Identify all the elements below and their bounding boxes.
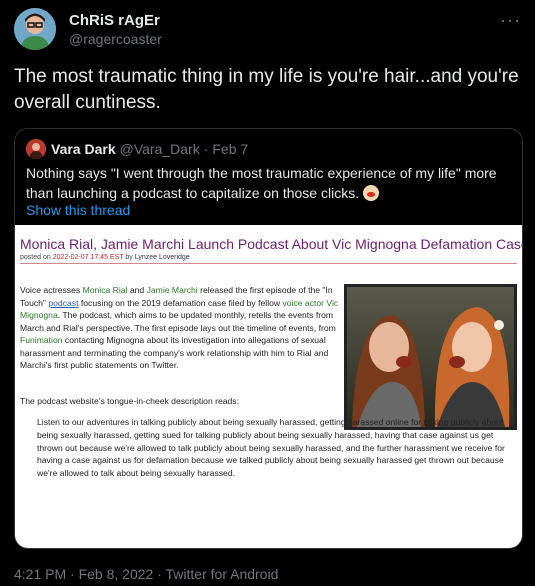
quoted-avatar-image: [26, 139, 46, 159]
article-blockquote: Listen to our adventures in talking publ…: [37, 417, 505, 479]
body-text: and: [127, 285, 147, 295]
body-text: contacting Mignogna about its investigat…: [20, 335, 329, 370]
link-jamie-marchi: Jamie Marchi: [146, 285, 198, 295]
quoted-date[interactable]: Feb 7: [212, 141, 248, 157]
meta-by: by: [125, 254, 133, 261]
author-display-name[interactable]: ChRiS rAgEr: [69, 12, 162, 30]
quoted-tweet[interactable]: Vara Dark @Vara_Dark · Feb 7 Nothing say…: [14, 128, 523, 549]
meta-separator: ·: [153, 566, 166, 582]
photo-image: [347, 287, 514, 427]
meta-author: Lynzee Loveridge: [134, 254, 190, 261]
meta-posted-on: posted on: [20, 254, 51, 261]
article-photo: [344, 284, 517, 430]
article-meta: posted on 2022-02-07 17:45 EST by Lynzee…: [20, 254, 190, 261]
author-handle[interactable]: @ragercoaster: [69, 30, 162, 48]
link-monica-rial: Monica Rial: [82, 285, 128, 295]
quoted-display-name[interactable]: Vara Dark: [51, 141, 116, 157]
article-title: Monica Rial, Jamie Marchi Launch Podcast…: [20, 236, 523, 252]
quoted-tweet-header: Vara Dark @Vara_Dark · Feb 7: [26, 139, 248, 159]
quoted-tweet-text: Nothing says "I went through the most tr…: [26, 163, 511, 203]
article-body: Voice actresses Monica Rial and Jamie Ma…: [20, 284, 340, 372]
tweet-date[interactable]: Feb 8, 2022: [79, 566, 154, 582]
link-funimation: Funimation: [20, 335, 63, 345]
avatar[interactable]: [14, 8, 56, 50]
body-text: focusing on the 2019 defamation case fil…: [78, 297, 283, 308]
article-paragraph: The podcast website's tongue-in-cheek de…: [20, 396, 239, 406]
tweet-source[interactable]: Twitter for Android: [166, 566, 279, 582]
quoted-handle[interactable]: @Vara_Dark: [120, 141, 200, 157]
separator-dot: ·: [203, 141, 209, 157]
show-thread-link[interactable]: Show this thread: [26, 202, 130, 218]
tweet-meta: 4:21 PM · Feb 8, 2022 · Twitter for Andr…: [14, 566, 278, 582]
more-horizontal-icon[interactable]: ···: [500, 10, 521, 31]
tweet-header: ChRiS rAgEr @ragercoaster ···: [14, 8, 521, 50]
tweet-text: The most traumatic thing in my life is y…: [14, 66, 519, 113]
avatar-image: [14, 8, 56, 50]
quoted-text: Nothing says "I went through the most tr…: [26, 165, 497, 201]
body-text: . The podcast, which aims to be updated …: [20, 310, 336, 333]
tweet-time[interactable]: 4:21 PM: [14, 566, 66, 582]
link-podcast: podcast: [48, 297, 79, 308]
meta-date: 2022-02-07 17:45 EST: [52, 254, 124, 261]
body-text: Voice actresses: [20, 285, 83, 295]
article-screenshot: Monica Rial, Jamie Marchi Launch Podcast…: [15, 225, 523, 548]
quoted-avatar: [26, 139, 46, 159]
clown-face-icon: [363, 185, 379, 201]
meta-separator: ·: [66, 566, 79, 582]
article-divider: [20, 263, 517, 264]
